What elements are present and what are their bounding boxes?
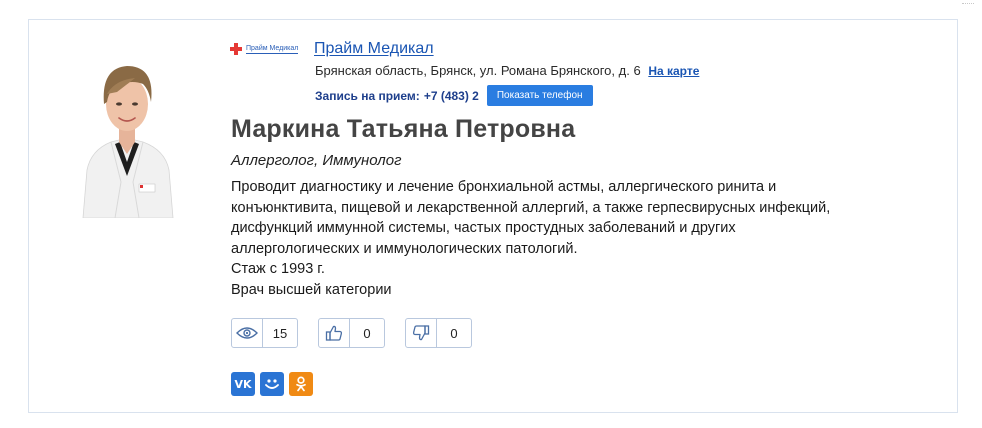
- category-line: Врач высшей категории: [231, 281, 392, 298]
- clinic-address: Брянская область, Брянск, ул. Романа Бря…: [315, 63, 641, 78]
- vk-share-button[interactable]: VK: [231, 372, 255, 396]
- clinic-row: Прайм Медикал Прайм Медикал: [229, 37, 434, 61]
- moimir-share-button[interactable]: [260, 372, 284, 396]
- views-counter: 15: [231, 318, 298, 348]
- clinic-name-link[interactable]: Прайм Медикал: [314, 40, 434, 58]
- phone-number: +7 (483) 2: [423, 88, 479, 103]
- experience-line: Стаж с 1993 г.: [231, 261, 325, 277]
- vk-icon: VK: [234, 377, 252, 391]
- moimir-icon: [265, 379, 279, 389]
- description-line: аллергологических и иммунологических пат…: [231, 240, 578, 257]
- thumbs-down-icon: [406, 319, 437, 347]
- doctor-card: Прайм Медикал Прайм Медикал Брянская обл…: [28, 19, 958, 413]
- like-button[interactable]: 0: [318, 318, 385, 348]
- dislikes-count: 0: [450, 325, 458, 341]
- red-cross-icon: [230, 43, 242, 55]
- dislike-button[interactable]: 0: [405, 318, 472, 348]
- odnoklassniki-share-button[interactable]: [289, 372, 313, 396]
- description-line: конъюнктивита, пищевой и лекарственной а…: [231, 199, 831, 216]
- odnoklassniki-icon: [296, 376, 306, 392]
- doctor-description: Проводит диагностику и лечение бронхиаль…: [231, 177, 951, 300]
- stats-row: 15 0 0: [231, 318, 472, 348]
- eye-icon: [232, 319, 263, 347]
- clinic-address-row: Брянская область, Брянск, ул. Романа Бря…: [315, 63, 699, 78]
- map-link[interactable]: На карте: [648, 64, 699, 78]
- description-line: Проводит диагностику и лечение бронхиаль…: [231, 179, 777, 195]
- corner-dots: [962, 3, 974, 5]
- phone-label: Запись на прием:: [315, 88, 420, 103]
- clinic-logo-text: Прайм Медикал: [246, 44, 299, 54]
- likes-count: 0: [363, 325, 371, 341]
- views-count: 15: [272, 325, 288, 341]
- social-share-row: VK: [231, 372, 313, 396]
- description-line: дисфункций иммунной системы, частых прос…: [231, 220, 736, 236]
- phone-row: Запись на прием: +7 (483) 2 Показать тел…: [315, 85, 593, 106]
- show-phone-button[interactable]: Показать телефон: [486, 85, 593, 106]
- clinic-logo[interactable]: Прайм Медикал: [229, 41, 309, 57]
- doctor-photo[interactable]: [77, 42, 177, 218]
- thumbs-up-icon: [319, 319, 350, 347]
- doctor-specialty: Аллерголог, Иммунолог: [231, 152, 402, 169]
- doctor-name: Маркина Татьяна Петровна: [231, 115, 576, 143]
